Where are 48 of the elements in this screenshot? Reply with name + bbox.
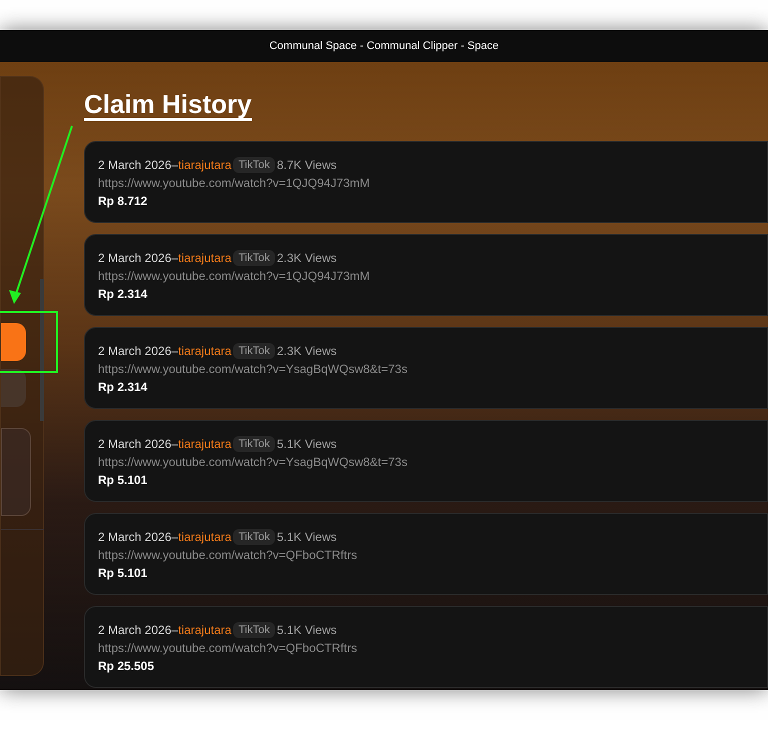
claim-date: 2 March 2026 <box>98 158 172 172</box>
video-link[interactable]: https://www.youtube.com/watch?v=YsagBqWQsw8&t=73s <box>98 455 408 469</box>
page-heading: Claim History <box>84 90 252 121</box>
separator: – <box>171 158 178 172</box>
video-link[interactable]: https://www.youtube.com/watch?v=QFboCTRftrs <box>98 641 358 655</box>
separator: – <box>171 437 178 451</box>
separator: – <box>171 344 178 358</box>
platform-badge: TikTok <box>233 529 275 545</box>
platform-badge: TikTok <box>233 250 275 266</box>
platform-badge: TikTok <box>233 157 275 173</box>
sidebar-button[interactable] <box>1 323 26 361</box>
video-link[interactable]: https://www.youtube.com/watch?v=1QJQ94J73mM <box>98 269 370 283</box>
claim-amount: Rp 5.101 <box>98 565 148 581</box>
sidebar-button[interactable] <box>1 369 26 407</box>
username: tiarajutara <box>178 251 232 265</box>
claim-date: 2 March 2026 <box>98 530 172 544</box>
claim-amount: Rp 2.314 <box>98 379 148 395</box>
separator: – <box>171 251 178 265</box>
username: tiarajutara <box>178 344 232 358</box>
video-link[interactable]: https://www.youtube.com/watch?v=1QJQ94J73mM <box>98 176 370 190</box>
video-link[interactable]: https://www.youtube.com/watch?v=QFboCTRftrs <box>98 548 358 562</box>
platform-badge: TikTok <box>233 622 275 638</box>
platform-badge: TikTok <box>233 436 275 452</box>
video-link[interactable]: https://www.youtube.com/watch?v=YsagBqWQsw8&t=73s <box>98 362 408 376</box>
view-count: 5.1K Views <box>276 530 337 544</box>
separator: – <box>171 530 178 544</box>
claim-date: 2 March 2026 <box>98 437 172 451</box>
claim-date: 2 March 2026 <box>98 623 172 637</box>
platform-badge: TikTok <box>233 343 275 359</box>
scrollbar[interactable] <box>40 279 44 421</box>
view-count: 2.3K Views <box>276 251 337 265</box>
view-count: 8.7K Views <box>276 158 337 172</box>
claim-amount: Rp 2.314 <box>98 286 148 302</box>
view-count: 5.1K Views <box>276 623 337 637</box>
separator: – <box>171 623 178 637</box>
claim-amount: Rp 5.101 <box>98 472 148 488</box>
username: tiarajutara <box>178 623 232 637</box>
window-title: Communal Space - Communal Clipper - Space <box>269 38 499 54</box>
view-count: 2.3K Views <box>276 344 337 358</box>
view-count: 5.1K Views <box>276 437 337 451</box>
username: tiarajutara <box>178 530 232 544</box>
claim-amount: Rp 8.712 <box>98 193 148 209</box>
username: tiarajutara <box>178 437 232 451</box>
highlight-frame <box>0 311 58 373</box>
username: tiarajutara <box>178 158 232 172</box>
claim-date: 2 March 2026 <box>98 344 172 358</box>
claim-date: 2 March 2026 <box>98 251 172 265</box>
claim-amount: Rp 25.505 <box>98 658 154 674</box>
